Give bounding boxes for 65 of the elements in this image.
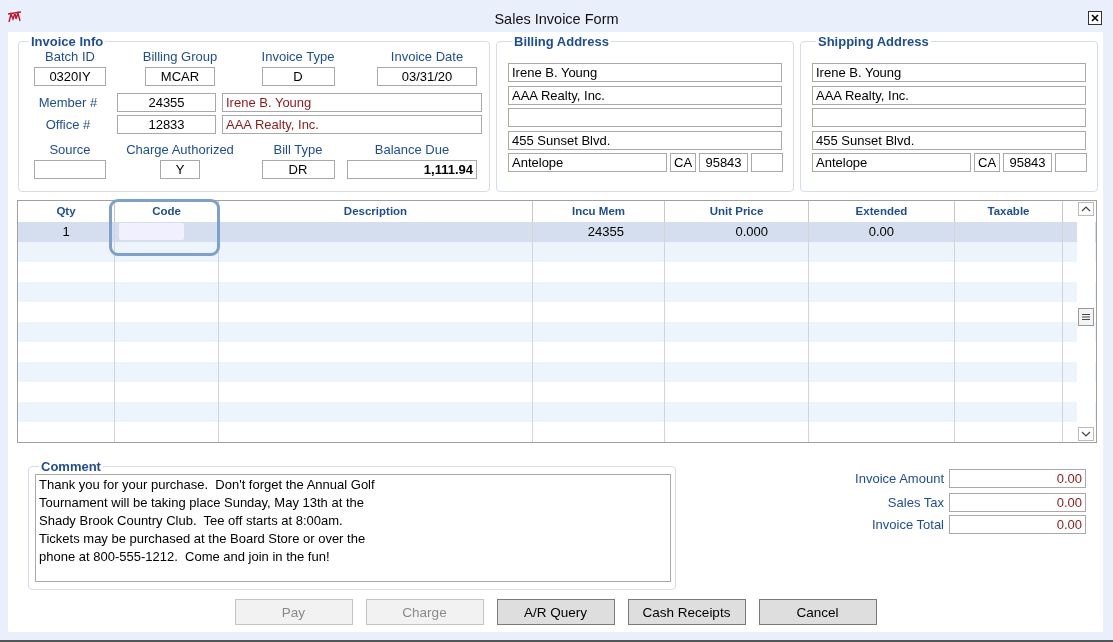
text-field[interactable]: 0.00	[949, 469, 1086, 488]
text-field[interactable]: CA	[670, 153, 696, 172]
table-cell: 24355	[587, 224, 624, 239]
table-cell: 0.00	[868, 224, 894, 239]
text-field[interactable]	[751, 153, 783, 172]
form-button[interactable]: A/R Query	[496, 599, 615, 625]
text-field[interactable]: 95843	[699, 153, 748, 172]
field-label: Invoice Total	[871, 517, 944, 532]
text-field[interactable]: 24355	[117, 93, 216, 112]
text-field[interactable]: 455 Sunset Blvd.	[812, 130, 1086, 150]
scroll-down-icon[interactable]	[1078, 427, 1094, 441]
text-field[interactable]: CA	[974, 153, 1000, 172]
field-label: Member #	[37, 95, 99, 110]
text-field[interactable]: Irene B. Young	[812, 63, 1086, 82]
text-field[interactable]: 0.00	[949, 515, 1086, 534]
close-icon[interactable]	[1088, 11, 1102, 25]
group-title: Shipping Address	[817, 34, 930, 49]
text-field[interactable]: AAA Realty, Inc.	[222, 115, 482, 134]
text-field[interactable]: Antelope	[508, 153, 667, 172]
scroll-thumb-icon[interactable]	[1078, 307, 1094, 326]
table-cell: 1	[62, 224, 70, 239]
text-field[interactable]: Antelope	[812, 153, 971, 172]
field-label: Source	[49, 142, 91, 157]
field-label: Invoice Amount	[855, 471, 944, 486]
group-title: Comment	[40, 459, 102, 474]
text-field[interactable]: MCAR	[145, 67, 215, 86]
text-field[interactable]: D	[261, 67, 335, 86]
field-label: Billing Group	[142, 49, 218, 64]
text-field[interactable]	[508, 108, 782, 127]
field-label: Charge Authorized	[126, 142, 234, 157]
window-title: Sales Invoice Form	[494, 11, 619, 27]
text-field[interactable]: AAA Realty, Inc.	[508, 85, 782, 105]
scrollbar[interactable]	[1077, 202, 1095, 441]
form-button[interactable]: Cancel	[758, 599, 877, 625]
text-field[interactable]: 455 Sunset Blvd.	[508, 130, 782, 150]
field-label: Office #	[44, 117, 92, 132]
field-label: Bill Type	[273, 142, 323, 157]
text-field[interactable]: Y	[160, 160, 200, 179]
group-title: Invoice Info	[30, 34, 105, 49]
text-field[interactable]: Irene B. Young	[508, 63, 782, 82]
field-label: Batch ID	[45, 49, 95, 64]
text-field[interactable]	[812, 108, 1086, 127]
comment-field[interactable]: Thank you for your purchase. Don't forget the Annual Golf Tournament will be taking place Sunday, May 13th at the Shady Brook Country Club. Tee off starts at 8:00am. Tickets may be purchased at the Board Store or over the phone at 800-555-1212. Come and join in the fun!	[35, 474, 671, 582]
text-field[interactable]: 1,111.94	[347, 160, 477, 179]
group-title: Billing Address	[513, 34, 610, 49]
text-field[interactable]: 0.00	[949, 493, 1086, 512]
field-label: Balance Due	[374, 142, 450, 157]
text-field[interactable]: Irene B. Young	[222, 93, 482, 112]
text-field[interactable]: 95843	[1003, 153, 1052, 172]
field-label: Invoice Type	[261, 49, 335, 64]
text-field[interactable]: 03/31/20	[377, 67, 477, 86]
field-label: Sales Tax	[887, 495, 944, 510]
scroll-up-icon[interactable]	[1078, 202, 1094, 216]
text-field[interactable]	[1055, 153, 1087, 172]
form-button[interactable]: Cash Receipts	[627, 599, 746, 625]
field-label: Invoice Date	[390, 49, 464, 64]
text-field[interactable]: 0320IY	[34, 67, 106, 86]
text-field[interactable]: DR	[261, 160, 335, 179]
table-cell: 0.000	[735, 224, 768, 239]
grid-row[interactable]: 1 24355 0.000 0.00	[18, 222, 1096, 242]
text-field[interactable]: AAA Realty, Inc.	[812, 85, 1086, 105]
logo-icon	[8, 11, 22, 23]
code-input[interactable]	[119, 223, 184, 240]
text-field[interactable]: 12833	[117, 115, 216, 134]
text-field[interactable]	[34, 160, 106, 179]
